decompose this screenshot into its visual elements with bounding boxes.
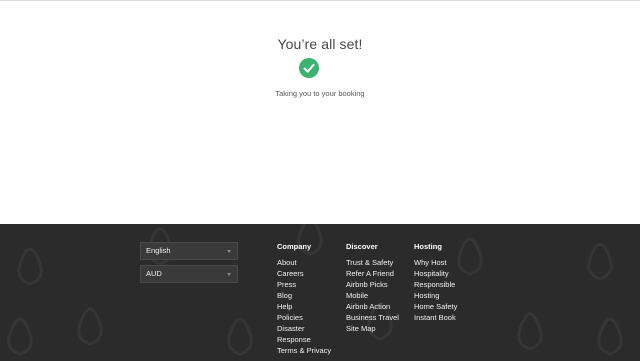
redirect-message: Taking you to your booking	[275, 89, 365, 98]
footer-link-airbnb-picks[interactable]: Airbnb Picks	[346, 279, 399, 290]
footer-link-refer-a-friend[interactable]: Refer A Friend	[346, 268, 399, 279]
footer-column-title: Discover	[346, 242, 378, 251]
footer-link-airbnb-action[interactable]: Airbnb Action	[346, 301, 399, 312]
footer-link-press[interactable]: Press	[277, 279, 331, 290]
footer-link-mobile[interactable]: Mobile	[346, 290, 399, 301]
footer-link-why-host[interactable]: Why Host	[414, 257, 457, 268]
chevron-down-icon	[227, 273, 231, 276]
confirmation-panel: You’re all set! Taking you to your booki…	[0, 0, 640, 224]
footer-link-blog[interactable]: Blog	[277, 290, 331, 301]
footer-column-title: Hosting	[414, 242, 442, 251]
footer-link-responsible[interactable]: Responsible	[414, 279, 457, 290]
confirmation-title: You’re all set!	[277, 36, 363, 52]
footer-link-policies[interactable]: Policies	[277, 312, 331, 323]
footer-column-company: Company About Careers Press Blog Help Po…	[277, 241, 331, 356]
language-select-value: English	[146, 246, 171, 255]
footer-link-disaster[interactable]: Disaster	[277, 323, 331, 334]
currency-select[interactable]: AUD	[140, 265, 238, 283]
currency-select-value: AUD	[146, 269, 162, 278]
footer-link-business-travel[interactable]: Business Travel	[346, 312, 399, 323]
footer-column-title: Company	[277, 242, 312, 251]
footer-column-discover: Discover Trust & Safety Refer A Friend A…	[346, 241, 399, 334]
footer-link-terms-privacy[interactable]: Terms & Privacy	[277, 345, 331, 356]
chevron-down-icon	[227, 250, 231, 253]
footer-link-site-map[interactable]: Site Map	[346, 323, 399, 334]
footer-link-careers[interactable]: Careers	[277, 268, 331, 279]
footer-link-response[interactable]: Response	[277, 334, 331, 345]
footer-link-help[interactable]: Help	[277, 301, 331, 312]
footer-link-instant-book[interactable]: Instant Book	[414, 312, 457, 323]
footer-link-hospitality[interactable]: Hospitality	[414, 268, 457, 279]
footer-column-hosting: Hosting Why Host Hospitality Responsible…	[414, 241, 457, 323]
language-select[interactable]: English	[140, 242, 238, 260]
footer-link-home-safety[interactable]: Home Safety	[414, 301, 457, 312]
footer-link-about[interactable]: About	[277, 257, 331, 268]
check-circle-icon	[299, 58, 319, 78]
footer-link-hosting[interactable]: Hosting	[414, 290, 457, 301]
top-divider	[0, 0, 640, 1]
footer-link-trust-safety[interactable]: Trust & Safety	[346, 257, 399, 268]
